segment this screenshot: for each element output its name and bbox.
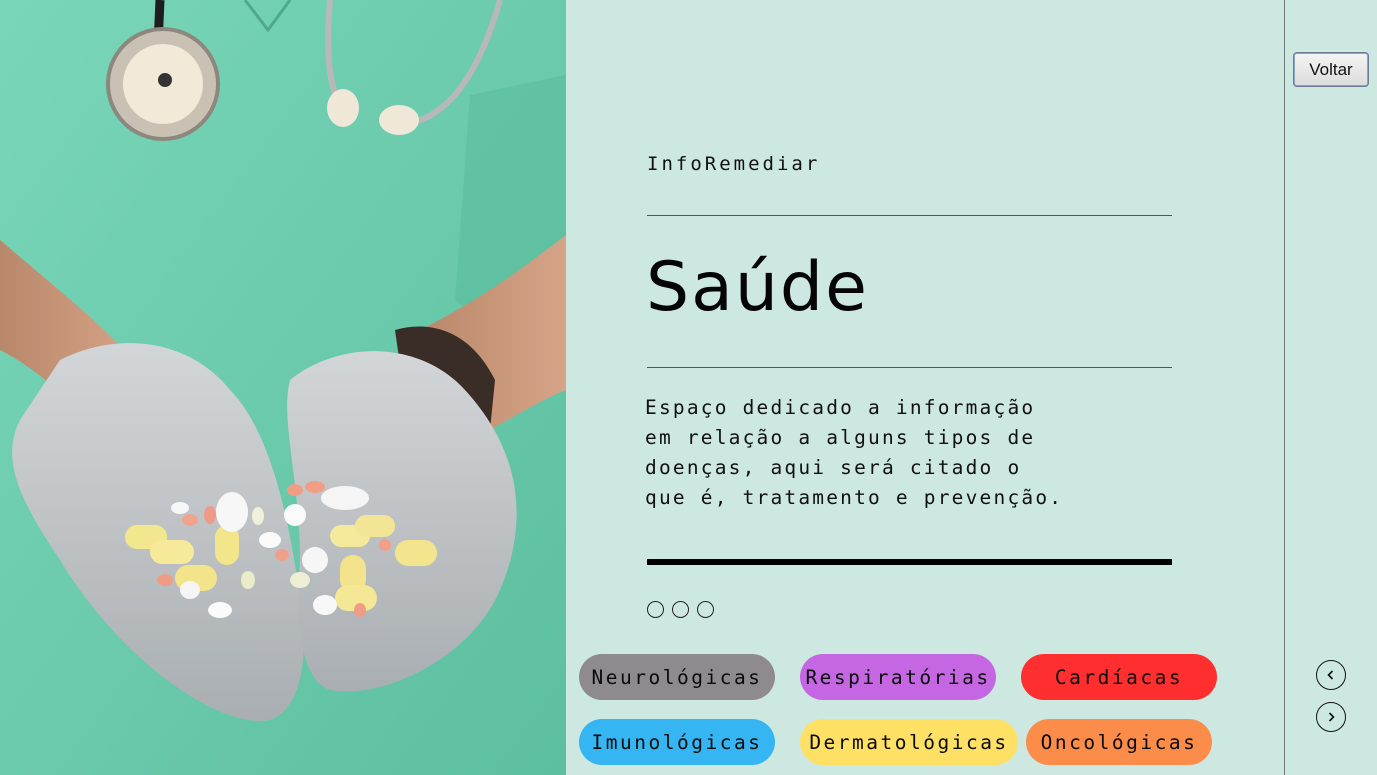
category-button-oncologicas[interactable]: Oncológicas	[1026, 719, 1212, 765]
next-button[interactable]	[1316, 702, 1346, 732]
category-button-neurologicas[interactable]: Neurológicas	[579, 654, 775, 700]
carousel-dots	[647, 601, 714, 618]
category-button-imunologicas[interactable]: Imunológicas	[579, 719, 775, 765]
category-button-cardiacas[interactable]: Cardíacas	[1021, 654, 1217, 700]
brand-name: InfoRemediar	[647, 153, 821, 175]
carousel-dot[interactable]	[672, 601, 689, 618]
prev-button[interactable]	[1316, 660, 1346, 690]
category-button-dermatologicas[interactable]: Dermatológicas	[800, 719, 1018, 765]
doctor-pills-illustration	[0, 0, 566, 775]
divider-bottom	[647, 367, 1172, 368]
back-button[interactable]: Voltar	[1293, 52, 1369, 87]
chevron-right-icon	[1328, 712, 1335, 722]
main-content: InfoRemediar Saúde Espaço dedicado a inf…	[566, 0, 1284, 775]
thick-divider	[647, 559, 1172, 565]
carousel-dot[interactable]	[647, 601, 664, 618]
divider-top	[647, 215, 1172, 216]
chevron-left-icon	[1327, 670, 1334, 680]
category-button-respiratorias[interactable]: Respiratórias	[800, 654, 996, 700]
page-description: Espaço dedicado a informação em relação …	[645, 396, 1064, 509]
hero-photo	[0, 0, 566, 775]
carousel-dot[interactable]	[697, 601, 714, 618]
page-title: Saúde	[646, 248, 869, 327]
right-sidebar: Voltar	[1284, 0, 1377, 775]
